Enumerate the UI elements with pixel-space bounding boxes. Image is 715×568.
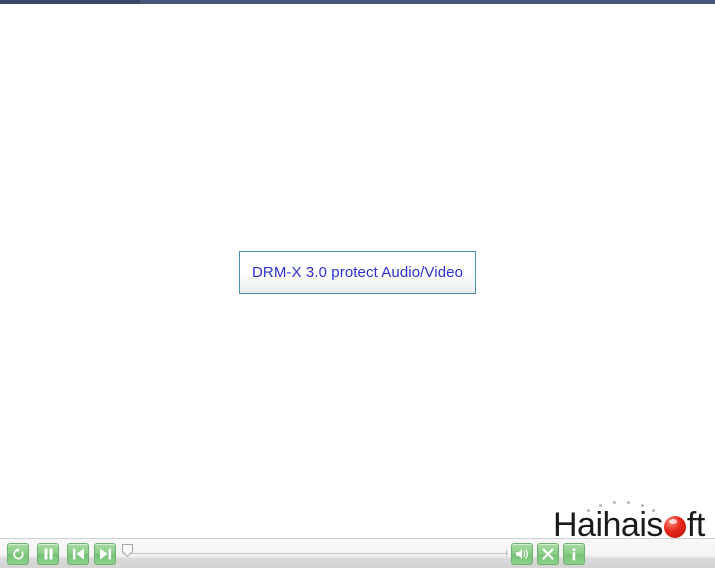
playback-toolbar: ADOBE®CAPTIVATE™ — [0, 538, 715, 568]
caption-text-box: DRM-X 3.0 protect Audio/Video — [239, 251, 476, 294]
volume-button[interactable] — [511, 543, 533, 565]
progress-track-end-cap — [506, 550, 507, 557]
next-icon — [99, 548, 112, 560]
pause-button[interactable] — [37, 543, 59, 565]
progress-playhead[interactable] — [122, 544, 133, 557]
info-button[interactable] — [563, 543, 585, 565]
pause-icon — [43, 548, 54, 560]
close-button[interactable] — [537, 543, 559, 565]
rewind-button[interactable] — [7, 543, 29, 565]
previous-slide-button[interactable] — [67, 543, 89, 565]
close-icon — [542, 548, 554, 560]
caption-label: DRM-X 3.0 protect Audio/Video — [251, 264, 464, 281]
next-slide-button[interactable] — [94, 543, 116, 565]
progress-track[interactable] — [122, 553, 508, 556]
rewind-icon — [12, 547, 25, 561]
logo-red-sphere-icon — [663, 516, 686, 538]
volume-icon — [515, 548, 529, 560]
info-icon — [570, 548, 578, 561]
previous-icon — [72, 548, 85, 560]
captivate-player: DRM-X 3.0 protect Audio/Video Haihais ft — [0, 0, 715, 568]
slide-stage: DRM-X 3.0 protect Audio/Video Haihais ft — [0, 4, 715, 544]
